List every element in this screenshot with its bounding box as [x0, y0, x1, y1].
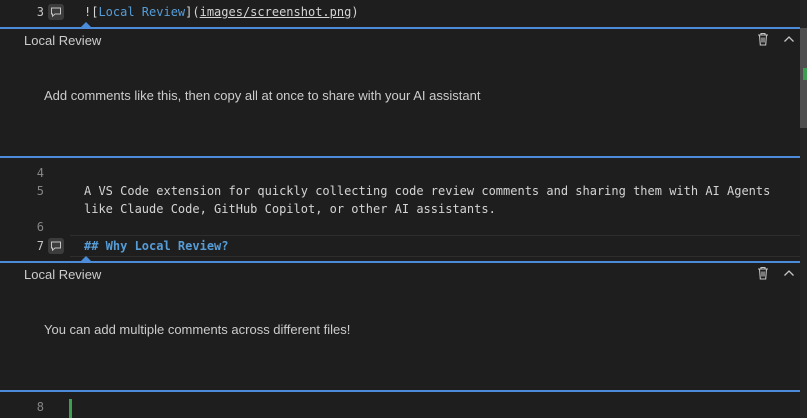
comment-icon [51, 7, 61, 18]
comment-zone-border [0, 390, 803, 392]
comment-zone-border [0, 27, 803, 29]
comment-body: You can add multiple comments across dif… [44, 322, 351, 337]
comment-thread-title: Local Review [24, 267, 102, 282]
md-bracket: ) [351, 5, 359, 19]
comment-thread-title: Local Review [24, 33, 102, 48]
comment-thread-1: Local Review Add comments like this, the… [0, 22, 807, 160]
line-number: 7 [36, 239, 44, 253]
collapse-comment-button[interactable] [781, 31, 799, 49]
code-editor[interactable]: 3 ![Local Review](images/screenshot.png)… [0, 0, 807, 418]
modified-line-indicator [69, 399, 72, 418]
code-line-8[interactable]: 8 [0, 396, 800, 418]
vertical-scrollbar[interactable] [800, 0, 807, 418]
comment-gutter-button[interactable] [48, 238, 64, 254]
delete-comment-button[interactable] [755, 31, 773, 49]
line-number: 8 [36, 400, 44, 414]
md-link-text: Local Review [98, 5, 186, 19]
comment-body: Add comments like this, then copy all at… [44, 88, 481, 103]
chevron-up-icon [784, 270, 794, 276]
code-line-7[interactable]: 7 ## Why Local Review? [0, 235, 800, 257]
trash-icon [758, 32, 768, 46]
md-bracket: ![ [84, 5, 99, 19]
comment-gutter-button[interactable] [48, 4, 64, 20]
line-content: ## Why Local Review? [84, 239, 229, 253]
scrollbar-change-marker [803, 68, 807, 80]
trash-icon [758, 266, 768, 280]
chevron-up-icon [784, 36, 794, 42]
line-content: ![Local Review](images/screenshot.png) [84, 1, 359, 23]
comment-zone-border [0, 261, 803, 263]
comment-thread-2: Local Review You can add multiple commen… [0, 256, 807, 396]
collapse-comment-button[interactable] [781, 265, 799, 283]
comment-zone-border [0, 156, 803, 158]
md-bracket: ]( [185, 5, 200, 19]
md-link-url[interactable]: images/screenshot.png [200, 5, 352, 19]
code-line-3[interactable]: 3 ![Local Review](images/screenshot.png) [0, 1, 800, 23]
delete-comment-button[interactable] [755, 265, 773, 283]
line-number: 3 [36, 5, 44, 19]
comment-icon [51, 241, 61, 252]
